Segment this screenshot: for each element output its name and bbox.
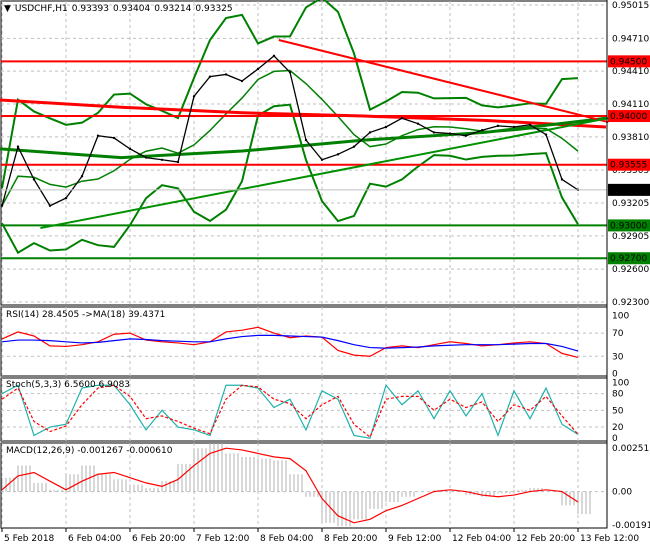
y-tick-label: 0.93205: [612, 199, 649, 209]
price-point: [0, 204, 4, 207]
macd-label: MACD(12,26,9) -0.001267 -0.000610: [6, 446, 173, 456]
price-point: [320, 158, 324, 161]
low-value: 0.93214: [154, 4, 192, 14]
level-price-label: 0.94000: [610, 112, 647, 122]
y-tick-label: 0.00: [612, 488, 632, 498]
x-tick-label: 13 Feb 12:00: [580, 534, 639, 544]
y-tick-label: 50: [612, 406, 624, 416]
trendline: [278, 39, 609, 124]
price-point: [400, 117, 404, 120]
y-tick-label: 0: [612, 434, 618, 444]
price-point: [544, 133, 548, 136]
indicator-line: [1, 384, 579, 439]
trendline: [40, 117, 609, 230]
price-point: [288, 71, 292, 74]
current-price-label: 0.93325: [610, 186, 647, 196]
chart-window[interactable]: 5 Feb 2018 6 Feb 04:00 6 Feb 20:00 7 Feb 12…: [0, 0, 650, 550]
bollinger-middle: [1, 69, 579, 207]
x-tick-label: 6 Feb 20:00: [132, 534, 186, 544]
y-tick-label: 0.94410: [612, 67, 649, 77]
price-point: [64, 196, 68, 200]
price-point: [16, 145, 20, 148]
y-tick-label: 30: [612, 352, 624, 362]
price-point: [80, 174, 84, 178]
price-point: [304, 138, 308, 142]
y-tick-label: 100: [612, 312, 629, 322]
price-point: [432, 131, 436, 134]
level-price-label: 0.93000: [610, 221, 647, 231]
price-point: [48, 204, 52, 207]
y-tick-label: 0.95015: [612, 1, 649, 11]
x-tick-label: 9 Feb 12:00: [388, 534, 442, 544]
high-value: 0.93404: [112, 4, 151, 14]
y-tick-label: 20: [612, 423, 624, 433]
price-point: [112, 136, 116, 140]
price-point: [464, 134, 468, 137]
price-point: [256, 67, 260, 71]
price-point: [176, 160, 180, 164]
y-tick-label: 100: [612, 378, 629, 388]
price-point: [336, 153, 340, 156]
price-point: [384, 125, 388, 129]
y-tick-label: -0.001914: [612, 521, 650, 531]
price-point: [272, 54, 276, 58]
price-point: [416, 122, 420, 125]
price-point: [192, 95, 196, 98]
close-value: 0.93325: [195, 4, 233, 14]
level-price-label: 0.94500: [610, 57, 647, 67]
price-point: [352, 145, 356, 148]
y-tick-label: 0.94710: [612, 34, 649, 44]
rsi-label: RSI(14) 28.4505 ->MA(18) 39.4371: [6, 310, 166, 320]
price-point: [448, 132, 452, 135]
y-tick-label: 0.00251: [612, 444, 649, 454]
price-point: [208, 75, 212, 78]
x-tick-label: 12 Feb 04:00: [452, 534, 511, 544]
y-tick-label: 0.92600: [612, 265, 649, 275]
price-point: [368, 131, 372, 134]
bollinger-lower: [1, 103, 579, 255]
level-price-label: 0.93555: [610, 161, 647, 171]
level-price-label: 0.92700: [610, 254, 647, 264]
price-point: [240, 79, 244, 83]
y-tick-label: 0.92905: [612, 232, 649, 242]
x-tick-label: 7 Feb 12:00: [196, 534, 250, 544]
price-point: [32, 178, 36, 181]
price-point: [528, 123, 532, 126]
chart-canvas[interactable]: 5 Feb 2018 6 Feb 04:00 6 Feb 20:00 7 Feb 12…: [0, 0, 650, 550]
symbol-label: USDCHF,H1: [14, 4, 68, 14]
x-tick-label: 12 Feb 20:00: [516, 534, 575, 544]
price-point: [144, 156, 148, 159]
x-tick-label: 6 Feb 04:00: [68, 534, 122, 544]
x-tick-label: 5 Feb 2018: [4, 534, 55, 544]
price-point: [160, 158, 164, 161]
price-point: [480, 129, 484, 132]
price-point: [496, 124, 500, 128]
price-point: [128, 147, 132, 151]
price-point: [96, 134, 100, 137]
open-value: 0.93393: [71, 4, 109, 14]
price-point: [224, 73, 228, 76]
y-tick-label: 80: [612, 390, 624, 400]
x-tick-label: 8 Feb 20:00: [324, 534, 378, 544]
y-tick-label: 0.93810: [612, 133, 649, 143]
y-tick-label: 0.92300: [612, 298, 649, 308]
stoch-label: Stoch(5,3,3) 6.5600 6.9083: [6, 380, 131, 390]
collapse-arrow-icon[interactable]: ▼: [4, 4, 11, 14]
y-tick-label: 70: [612, 329, 624, 339]
price-point: [560, 178, 564, 181]
y-tick-label: 0.94110: [612, 100, 649, 110]
x-tick-label: 8 Feb 04:00: [260, 534, 314, 544]
price-point: [512, 125, 516, 129]
chart-title: ▼ USDCHF,H1 0.93393 0.93404 0.93214 0.93…: [4, 4, 233, 14]
